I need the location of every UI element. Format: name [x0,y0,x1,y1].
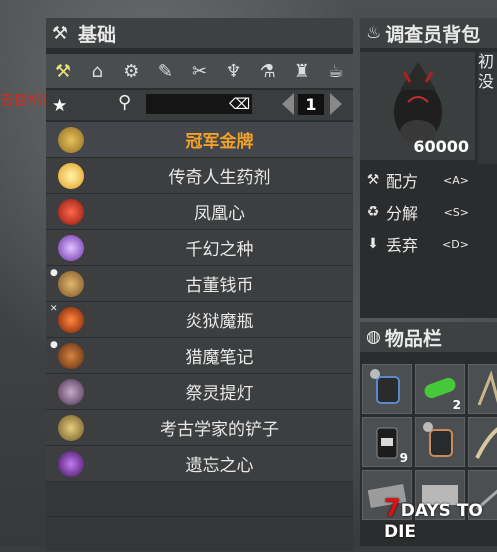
drop-icon: ⬇ [367,236,379,252]
backpack-title: 调查员背包 [385,23,481,46]
seed-icon [58,235,84,261]
search-row: ★ ⚲ ⌫ 1 [46,90,353,120]
phoenix-heart-icon [58,199,84,225]
crafting-title: 基础 [78,23,117,46]
recipe-name: 古董钱币 [185,276,254,296]
inventory-slot[interactable]: 2 [415,364,465,414]
dark-heart-icon [58,451,84,477]
recipe-name: 冠军金牌 [185,132,254,152]
inventory-slot[interactable] [362,364,412,414]
category-workstation-icon[interactable]: ⚙ [116,56,146,86]
inventory-slot[interactable]: 1 [468,364,497,414]
inventory-title-bar: ◍ 物品栏 [360,322,497,352]
flame-icon: ♨ [366,23,382,43]
hammer-icon: ⚒ [51,22,69,44]
armor-mod-icon [423,422,453,457]
action-label: 丢弃 [386,236,419,255]
action-key: <A> [443,173,469,187]
item-description: 初 没 [478,52,497,164]
recipe-row[interactable]: ● 猎魔笔记 [46,338,353,373]
recipe-name: 炎狱魔瓶 [185,312,254,332]
page-next-button[interactable] [330,93,342,115]
clear-search-icon[interactable]: ⌫ [229,94,253,114]
coin-icon [58,271,84,297]
medal-icon [58,127,84,153]
action-key: <D> [442,237,469,251]
recipe-row[interactable]: ● 古董钱币 [46,266,353,301]
item-actions: ⚒ 配方 <A> ♻ 分解 <S> ⬇ 丢弃 <D> [360,164,475,260]
description-line: 初 [478,52,495,71]
crafting-panel: ⚒ 基础 ⚒ ⌂ ⚙ ✎ ✂ ♆ ⚗ ♜ ☕ ★ ⚲ ⌫ 1 冠军金牌 传奇人生… [46,18,353,551]
watermark-logo: 7DAYS TO DIE [384,494,483,542]
category-clothing-icon[interactable]: ♜ [287,56,317,86]
recycle-icon: ♻ [366,204,380,220]
recipe-mark: ✕ [50,304,58,314]
recipe-list: 冠军金牌 传奇人生药剂 凤凰心 千幻之种 ● 古董钱币 ✕ 炎狱魔瓶 ● 猎魔笔… [46,122,353,552]
description-line: 没 [478,72,495,91]
item-preview: 60000 [360,52,475,160]
search-icon: ⚲ [118,92,132,113]
recipe-name: 传奇人生药剂 [168,168,271,188]
category-basic-hammer-icon[interactable]: ⚒ [48,56,78,86]
inventory-slot[interactable] [415,417,465,467]
category-tools-icon[interactable]: ✂ [184,56,214,86]
recipe-name: 猎魔笔记 [185,348,254,368]
backpack-icon: ◍ [366,327,381,347]
shovel-icon [58,415,84,441]
inventory-title: 物品栏 [384,327,442,350]
feather-icon [475,427,497,459]
bottle-icon [58,307,84,333]
category-building-house-icon[interactable]: ⌂ [82,56,112,86]
recipe-row[interactable]: 遗忘之心 [46,446,353,481]
category-food-icon[interactable]: ☕ [321,56,351,86]
recipe-row[interactable]: 考古学家的铲子 [46,410,353,445]
lantern-icon [58,379,84,405]
recipe-mark: ● [50,340,58,350]
slot-count: 9 [399,451,408,465]
page-prev-button[interactable] [282,93,294,115]
recipe-row[interactable]: 千幻之种 [46,230,353,265]
notes-icon [58,343,84,369]
recipe-name: 千幻之种 [185,240,254,260]
recipe-mark: ● [50,268,58,278]
page-number[interactable]: 1 [298,94,324,115]
empty-recipe-row [46,482,353,516]
scrap-action-button[interactable]: ♻ 分解 <S> [360,196,475,228]
crafting-title-bar: ⚒ 基础 [46,18,353,48]
recipe-row[interactable]: 冠军金牌 [46,122,353,157]
action-label: 配方 [386,172,419,191]
item-quantity: 60000 [413,137,469,156]
recipe-row[interactable]: 传奇人生药剂 [46,158,353,193]
recipe-row[interactable]: ✕ 炎狱魔瓶 [46,302,353,337]
recipe-name: 祭灵提灯 [185,384,254,404]
recipe-row[interactable]: 凤凰心 [46,194,353,229]
potion-burst-icon [58,163,84,189]
drop-action-button[interactable]: ⬇ 丢弃 <D> [360,228,475,260]
recipe-name: 遗忘之心 [185,456,254,476]
inventory-slot[interactable] [468,417,497,467]
recipe-action-button[interactable]: ⚒ 配方 <A> [360,164,475,196]
category-tabs: ⚒ ⌂ ⚙ ✎ ✂ ♆ ⚗ ♜ ☕ [46,54,353,88]
slot-count: 2 [452,398,461,412]
backpack-title-bar: ♨ 调查员背包 [360,18,497,48]
recipe-row[interactable]: 祭灵提灯 [46,374,353,409]
category-medical-icon[interactable]: ♆ [219,56,249,86]
recipe-name: 考古学家的铲子 [160,420,279,440]
investigator-backpack-panel: ♨ 调查员背包 60000 初 没 ⚒ 配方 <A> ♻ 分解 <S> ⬇ 丢弃… [360,18,497,318]
armor-mod-icon [370,369,400,404]
recipe-name: 凤凰心 [194,204,245,224]
category-science-icon[interactable]: ⚗ [253,56,283,86]
category-weapon-icon[interactable]: ✎ [150,56,180,86]
inventory-slot[interactable]: 9 [362,417,412,467]
action-key: <S> [443,205,469,219]
favorite-star-icon[interactable]: ★ [52,96,67,116]
action-label: 分解 [386,204,419,223]
hammer-icon: ⚒ [366,172,380,188]
plant-icon [477,370,497,406]
